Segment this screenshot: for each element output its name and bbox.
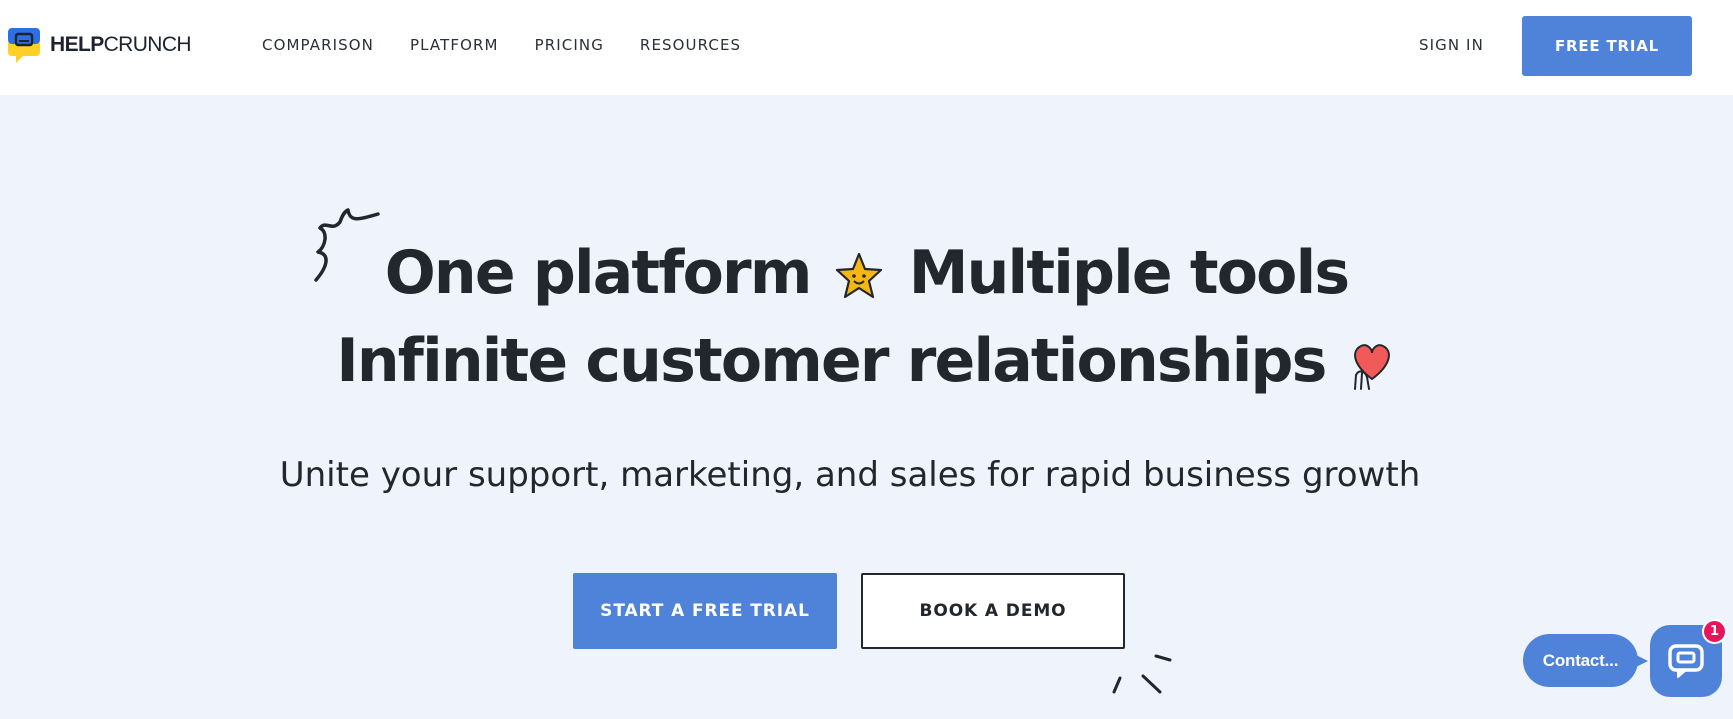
nav-resources[interactable]: RESOURCES xyxy=(640,36,741,54)
book-demo-button[interactable]: BOOK A DEMO xyxy=(861,573,1125,649)
hero-title-line1: One platform Multiple tools xyxy=(0,238,1733,308)
hero-title-part-a: One platform xyxy=(384,238,813,308)
nav-pricing[interactable]: PRICING xyxy=(535,36,604,54)
site-header: HELPCRUNCH COMPARISON PLATFORM PRICING R… xyxy=(0,0,1733,95)
sparkle-dashes-icon xyxy=(1112,654,1172,694)
hero-title-part-b: Multiple tools xyxy=(908,238,1350,308)
logo-text-regular: CRUNCH xyxy=(103,33,192,56)
nav-comparison[interactable]: COMPARISON xyxy=(262,36,374,54)
heart-hand-icon xyxy=(1353,344,1390,391)
hero-subtitle: Unite your support, marketing, and sales… xyxy=(279,455,1421,495)
hero-title-line2-text: Infinite customer relationships xyxy=(336,326,1327,396)
hero-title-line2: Infinite customer relationships xyxy=(0,326,1733,396)
unread-badge: 1 xyxy=(1702,619,1727,644)
logo-text-bold: HELP xyxy=(50,33,104,56)
star-face-icon xyxy=(835,253,882,299)
nav-platform[interactable]: PLATFORM xyxy=(410,36,499,54)
logo-icon xyxy=(8,28,40,63)
sign-in-link[interactable]: SIGN IN xyxy=(1419,36,1484,54)
chat-icon xyxy=(1668,644,1704,678)
free-trial-button[interactable]: FREE TRIAL xyxy=(1522,16,1692,76)
start-free-trial-button[interactable]: START A FREE TRIAL xyxy=(573,573,837,649)
helpcrunch-logo[interactable]: HELPCRUNCH xyxy=(6,26,192,64)
contact-bubble-tail xyxy=(1630,652,1648,670)
contact-bubble[interactable]: Contact... xyxy=(1523,634,1638,687)
main-nav: COMPARISON PLATFORM PRICING RESOURCES xyxy=(262,36,777,54)
